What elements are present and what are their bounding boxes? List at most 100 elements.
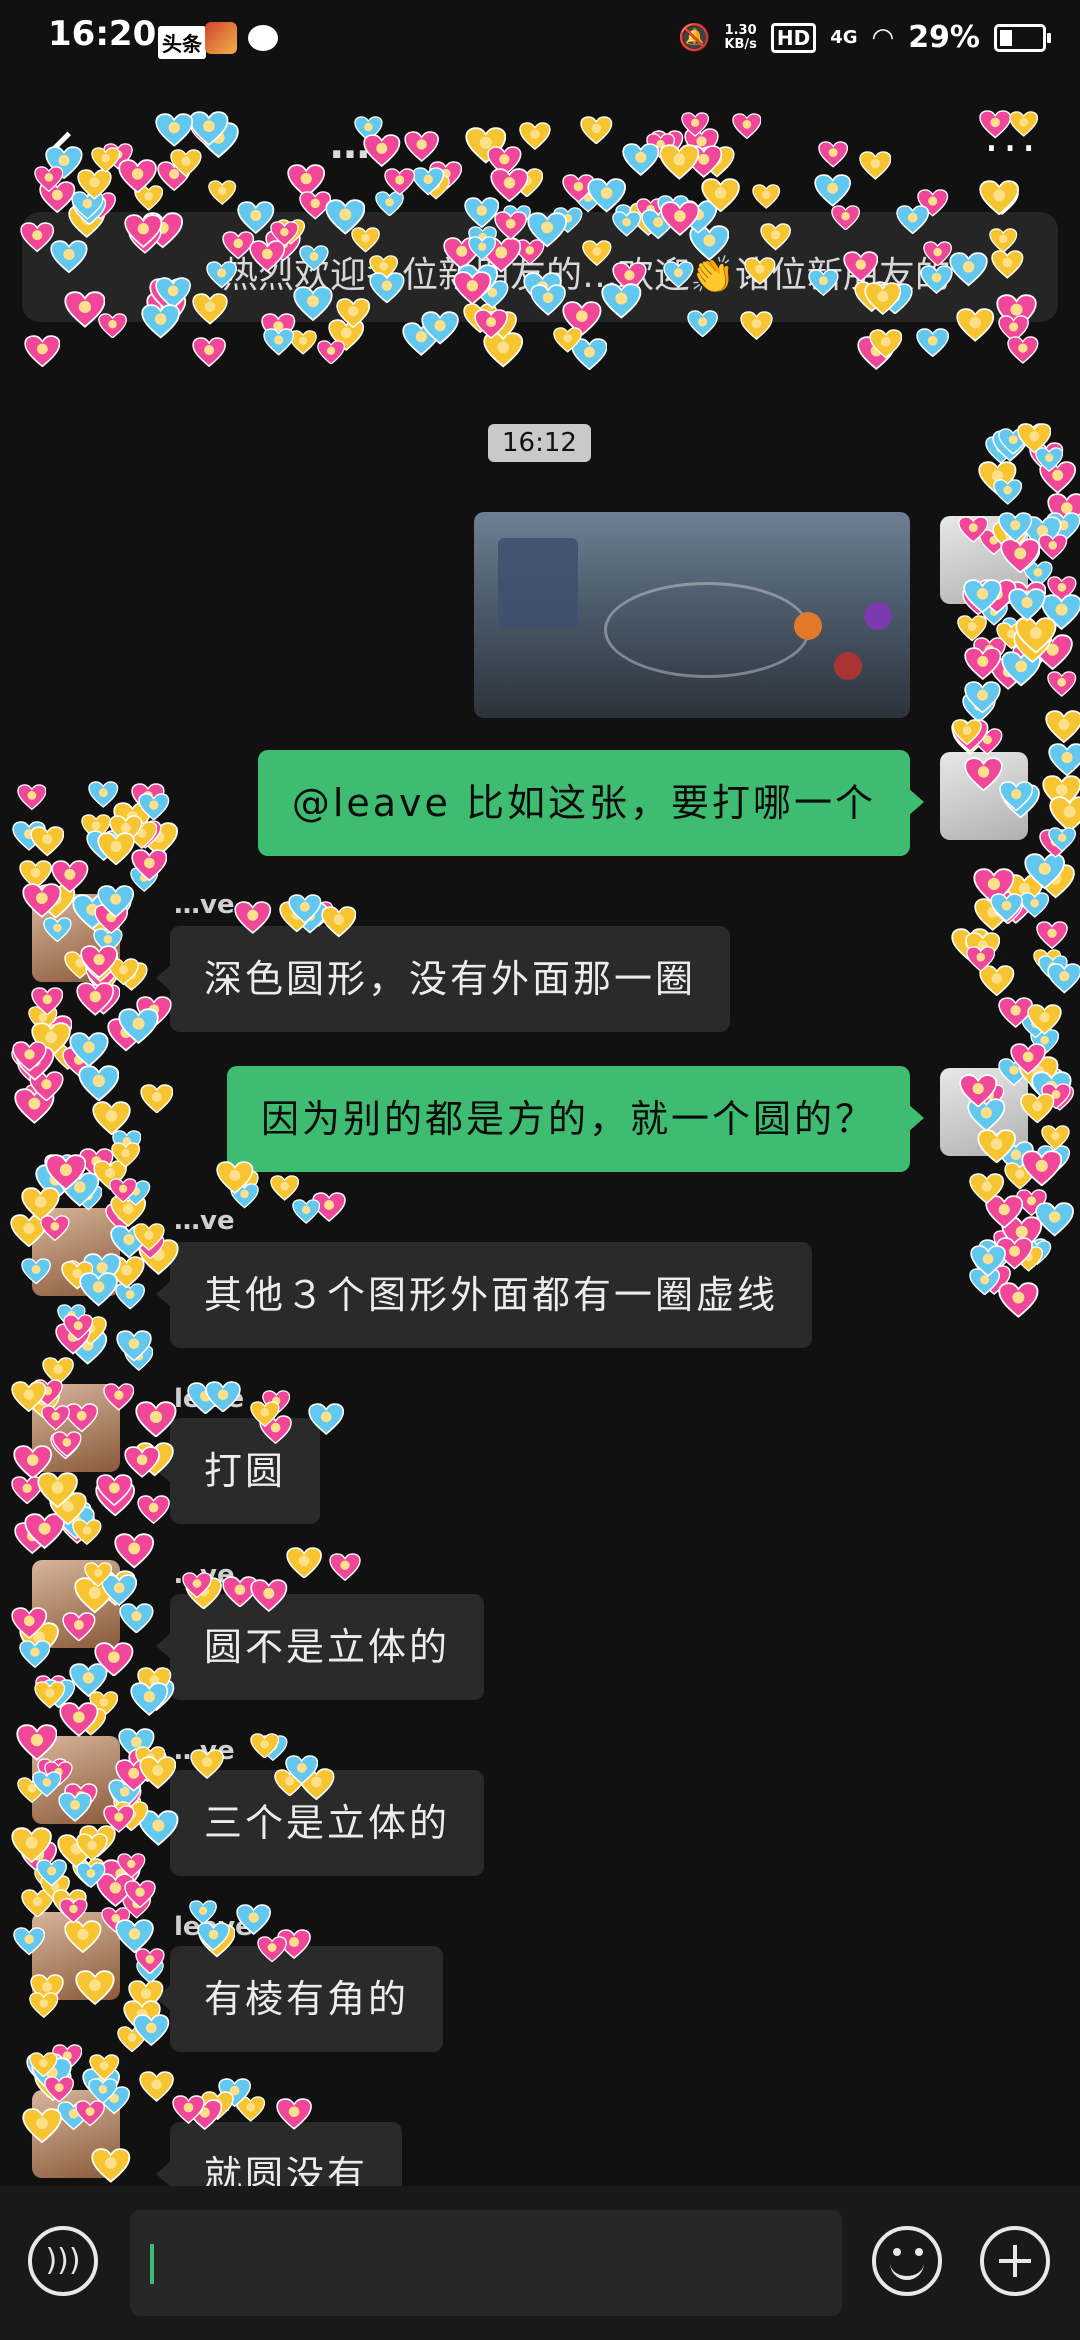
heart-emoji-icon <box>1029 1029 1059 1056</box>
heart-emoji-icon <box>137 1495 171 1525</box>
heart-emoji-icon <box>136 1233 165 1259</box>
contact-avatar[interactable] <box>32 1912 120 2000</box>
heart-emoji-icon <box>1013 628 1052 663</box>
emoji-button[interactable] <box>872 2226 942 2296</box>
heart-emoji-icon <box>92 1160 127 1191</box>
heart-emoji-icon <box>1049 796 1080 833</box>
heart-emoji-icon <box>14 1522 51 1555</box>
heart-emoji-icon <box>965 946 995 973</box>
heart-emoji-icon <box>114 1759 152 1792</box>
game-app-icon <box>205 22 237 54</box>
heart-emoji-icon <box>993 1230 1024 1257</box>
heart-emoji-icon <box>31 1022 71 1058</box>
heart-emoji-icon <box>57 1506 96 1540</box>
heart-emoji-icon <box>1038 954 1068 982</box>
contact-message-bubble[interactable]: 深色圆形，没有外面那一圈 <box>155 926 731 1032</box>
heart-emoji-icon <box>17 1057 48 1084</box>
contact-avatar[interactable] <box>32 1208 120 1296</box>
contact-message-bubble[interactable]: 圆不是立体的 <box>155 1594 485 1700</box>
battery-fill <box>1000 29 1012 46</box>
plus-button[interactable] <box>980 2226 1050 2296</box>
heart-emoji-icon <box>977 1238 1015 1272</box>
input-bar: ))) <box>0 2186 1080 2340</box>
contact-message-bubble[interactable]: 三个是立体的 <box>155 1770 485 1876</box>
heart-emoji-icon <box>1001 651 1042 687</box>
contact-message-bubble[interactable]: 有棱有角的 <box>155 1946 444 2052</box>
sender-name: …ve <box>174 890 235 920</box>
heart-emoji-icon <box>1036 921 1069 950</box>
heart-emoji-icon <box>123 1345 154 1372</box>
heart-emoji-icon <box>1016 1189 1047 1217</box>
chat-title: … <box>330 122 370 168</box>
my-avatar[interactable] <box>940 1068 1028 1156</box>
my-avatar[interactable] <box>940 516 1028 604</box>
contact-avatar[interactable] <box>32 1736 120 1824</box>
heart-emoji-icon <box>974 898 1012 932</box>
network-speed-value: 1.30 <box>724 22 757 38</box>
heart-emoji-icon <box>118 1728 155 1761</box>
heart-emoji-icon <box>34 1866 63 1892</box>
notice-text: 热烈欢迎各位新朋友的…欢迎👏诸位新朋友的 <box>222 255 951 296</box>
clock: 16:20 <box>48 14 157 54</box>
heart-emoji-icon <box>269 1175 299 1201</box>
heart-emoji-icon <box>121 1179 151 1206</box>
contact-avatar[interactable] <box>32 894 120 982</box>
heart-emoji-icon <box>76 982 115 1016</box>
heart-emoji-icon <box>289 330 318 355</box>
heart-emoji-icon <box>49 1491 87 1525</box>
heart-emoji-icon <box>112 1129 142 1156</box>
contact-avatar[interactable] <box>32 2090 120 2178</box>
heart-emoji-icon <box>998 428 1029 455</box>
heart-emoji-icon <box>107 1018 145 1052</box>
status-bar: 16:20 头条 🔕 1.30 KB/s HD 4G ◠ 29% <box>0 0 1080 80</box>
heart-emoji-icon <box>130 1682 169 1716</box>
heart-emoji-icon <box>123 1446 160 1479</box>
sender-name: …ve <box>174 1206 235 1236</box>
heart-emoji-icon <box>78 1064 120 1102</box>
heart-emoji-icon <box>996 622 1027 650</box>
my-message-bubble[interactable]: @leave 比如这张，要打哪一个 <box>257 750 925 856</box>
heart-emoji-icon <box>993 479 1023 505</box>
wifi-icon: ◠ <box>871 22 895 53</box>
pinned-notice[interactable]: 热烈欢迎各位新朋友的…欢迎👏诸位新朋友的 <box>22 212 1058 322</box>
more-button[interactable]: ··· <box>984 125 1040 171</box>
heart-emoji-icon <box>54 1323 91 1355</box>
contact-message-bubble[interactable]: 其他３个图形外面都有一圈虚线 <box>155 1242 813 1348</box>
heart-emoji-icon <box>979 965 1015 997</box>
heart-emoji-icon <box>258 1734 288 1761</box>
heart-emoji-icon <box>14 1088 55 1124</box>
heart-emoji-icon <box>72 1858 105 1887</box>
heart-emoji-icon <box>1002 616 1032 643</box>
heart-emoji-icon <box>964 931 1000 963</box>
my-avatar[interactable] <box>940 752 1028 840</box>
heart-emoji-icon <box>29 2052 58 2078</box>
heart-emoji-icon <box>1031 1071 1072 1107</box>
heart-emoji-icon <box>857 336 896 371</box>
heart-emoji-icon <box>1048 743 1080 777</box>
heart-emoji-icon <box>1035 1202 1074 1237</box>
message-input[interactable] <box>130 2210 842 2316</box>
back-button[interactable] <box>40 120 90 190</box>
image-message[interactable] <box>474 512 910 718</box>
heart-emoji-icon <box>109 815 143 845</box>
game-skill-button <box>864 602 892 630</box>
contact-avatar[interactable] <box>32 1560 120 1648</box>
heart-emoji-icon <box>951 719 989 753</box>
heart-emoji-icon <box>89 2053 120 2081</box>
text-caret <box>150 2244 154 2284</box>
heart-emoji-icon <box>111 1141 141 1168</box>
contact-avatar[interactable] <box>32 1384 120 1472</box>
heart-emoji-icon <box>1016 422 1051 454</box>
heart-emoji-icon <box>42 1357 74 1386</box>
heart-emoji-icon <box>1041 593 1080 630</box>
heart-emoji-icon <box>134 1745 166 1773</box>
heart-emoji-icon <box>117 1853 146 1879</box>
heart-emoji-icon <box>192 336 227 367</box>
voice-button[interactable]: ))) <box>28 2226 98 2296</box>
sender-name: le…e <box>174 1384 245 1414</box>
my-message-bubble[interactable]: 因为别的都是方的，就一个圆的？ <box>226 1066 925 1172</box>
contact-message-bubble[interactable]: 打圆 <box>155 1418 321 1524</box>
heart-emoji-icon <box>95 1480 136 1516</box>
heart-emoji-icon <box>92 1101 131 1136</box>
heart-emoji-icon <box>138 792 170 821</box>
